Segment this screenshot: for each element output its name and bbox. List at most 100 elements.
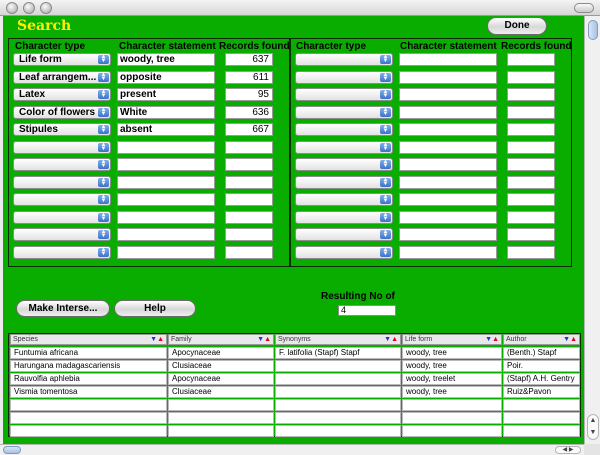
resize-grip[interactable] xyxy=(584,444,600,455)
character-type-select[interactable]: Color of flowers ▲ ▼ xyxy=(13,105,111,119)
character-type-select[interactable]: ▲ ▼ xyxy=(295,228,393,241)
table-cell[interactable] xyxy=(275,373,401,385)
character-statement-field[interactable] xyxy=(117,175,215,189)
table-cell[interactable]: F. latifolia (Stapf) Stapf xyxy=(275,347,401,359)
table-cell[interactable] xyxy=(275,412,401,424)
character-type-select[interactable]: Life form ▲ ▼ xyxy=(13,53,111,66)
character-type-select[interactable]: ▲ ▼ xyxy=(13,193,111,206)
table-cell[interactable] xyxy=(402,425,502,437)
character-type-select[interactable]: ▲ ▼ xyxy=(295,123,393,136)
table-cell[interactable]: woody, treelet xyxy=(402,373,502,385)
toolbar-toggle-button[interactable] xyxy=(574,3,594,13)
character-statement-field[interactable] xyxy=(399,245,497,259)
make-intersect-button[interactable]: Make Interse... xyxy=(16,300,110,317)
table-cell[interactable]: Rauvolfia aphlebia xyxy=(10,373,167,385)
character-type-select[interactable]: ▲ ▼ xyxy=(13,228,111,241)
column-header[interactable]: Life form ▼▲ xyxy=(402,334,502,345)
character-type-select[interactable]: ▲ ▼ xyxy=(13,140,111,154)
character-statement-field[interactable] xyxy=(399,105,497,119)
table-cell[interactable]: Poir. xyxy=(503,360,580,372)
character-statement-field[interactable] xyxy=(399,193,497,206)
help-button[interactable]: Help xyxy=(114,300,196,317)
character-type-select[interactable]: Latex ▲ ▼ xyxy=(13,88,111,101)
table-cell[interactable]: (Benth.) Stapf xyxy=(503,347,580,359)
table-cell[interactable]: Funtumia africana xyxy=(10,347,167,359)
table-cell[interactable]: (Stapf) A.H. Gentry xyxy=(503,373,580,385)
table-cell[interactable]: woody, tree xyxy=(402,360,502,372)
character-statement-field[interactable] xyxy=(399,88,497,101)
character-statement-field[interactable] xyxy=(399,70,497,84)
character-type-select[interactable]: ▲ ▼ xyxy=(13,175,111,189)
character-statement-field[interactable]: woody, tree xyxy=(117,53,215,66)
table-cell[interactable] xyxy=(275,425,401,437)
minimize-window-button[interactable] xyxy=(23,2,35,14)
table-cell[interactable] xyxy=(168,425,274,437)
sort-arrows-icon[interactable]: ▼▲ xyxy=(563,336,577,343)
table-cell[interactable] xyxy=(168,412,274,424)
character-statement-field[interactable]: absent xyxy=(117,123,215,136)
character-type-select[interactable]: ▲ ▼ xyxy=(295,88,393,101)
table-cell[interactable]: Apocynaceae xyxy=(168,347,274,359)
horizontal-scroll-thumb[interactable] xyxy=(3,446,21,454)
column-header[interactable]: Author ▼▲ xyxy=(503,334,580,345)
table-cell[interactable]: Harungana madagascariensis xyxy=(10,360,167,372)
character-statement-field[interactable]: White xyxy=(117,105,215,119)
character-type-select[interactable]: ▲ ▼ xyxy=(295,70,393,84)
character-statement-field[interactable] xyxy=(399,228,497,241)
character-statement-field[interactable] xyxy=(399,53,497,66)
character-type-select[interactable]: ▲ ▼ xyxy=(295,140,393,154)
table-cell[interactable]: Apocynaceae xyxy=(168,373,274,385)
title-bar[interactable] xyxy=(0,0,600,16)
character-statement-field[interactable] xyxy=(399,158,497,171)
table-cell[interactable] xyxy=(168,399,274,411)
character-type-select[interactable]: Stipules ▲ ▼ xyxy=(13,123,111,136)
character-statement-field[interactable] xyxy=(117,193,215,206)
table-cell[interactable] xyxy=(402,412,502,424)
horizontal-scrollbar[interactable]: ◀ ▶ xyxy=(0,444,584,455)
character-type-select[interactable]: ▲ ▼ xyxy=(295,105,393,119)
column-header[interactable]: Synonyms ▼▲ xyxy=(275,334,401,345)
character-type-select[interactable]: ▲ ▼ xyxy=(295,210,393,224)
sort-arrows-icon[interactable]: ▼▲ xyxy=(257,336,271,343)
character-statement-field[interactable] xyxy=(399,123,497,136)
character-statement-field[interactable] xyxy=(117,228,215,241)
table-cell[interactable]: Vismia tomentosa xyxy=(10,386,167,398)
character-statement-field[interactable]: present xyxy=(117,88,215,101)
done-button[interactable]: Done xyxy=(487,17,547,35)
column-header[interactable]: Species ▼▲ xyxy=(10,334,167,345)
table-cell[interactable] xyxy=(10,399,167,411)
table-cell[interactable] xyxy=(503,399,580,411)
character-statement-field[interactable] xyxy=(117,245,215,259)
table-cell[interactable]: woody, tree xyxy=(402,347,502,359)
character-statement-field[interactable] xyxy=(117,210,215,224)
character-type-select[interactable]: Leaf arrangem... ▲ ▼ xyxy=(13,70,111,84)
sort-arrows-icon[interactable]: ▼▲ xyxy=(150,336,164,343)
table-cell[interactable] xyxy=(275,386,401,398)
table-cell[interactable] xyxy=(10,425,167,437)
vertical-scroll-arrows[interactable]: ▲ ▼ xyxy=(587,414,599,440)
sort-arrows-icon[interactable]: ▼▲ xyxy=(485,336,499,343)
character-statement-field[interactable]: opposite xyxy=(117,70,215,84)
close-window-button[interactable] xyxy=(6,2,18,14)
vertical-scrollbar[interactable]: ▲ ▼ xyxy=(584,16,600,444)
character-type-select[interactable]: ▲ ▼ xyxy=(295,193,393,206)
table-cell[interactable]: Ruiz&Pavon xyxy=(503,386,580,398)
table-cell[interactable] xyxy=(275,360,401,372)
table-cell[interactable] xyxy=(402,399,502,411)
character-type-select[interactable]: ▲ ▼ xyxy=(13,158,111,171)
table-cell[interactable]: Clusiaceae xyxy=(168,386,274,398)
character-type-select[interactable]: ▲ ▼ xyxy=(13,245,111,259)
zoom-window-button[interactable] xyxy=(40,2,52,14)
vertical-scroll-thumb[interactable] xyxy=(588,20,598,40)
character-type-select[interactable]: ▲ ▼ xyxy=(295,158,393,171)
sort-arrows-icon[interactable]: ▼▲ xyxy=(384,336,398,343)
character-statement-field[interactable] xyxy=(117,140,215,154)
character-statement-field[interactable] xyxy=(399,210,497,224)
character-statement-field[interactable] xyxy=(399,175,497,189)
table-cell[interactable] xyxy=(503,412,580,424)
character-statement-field[interactable] xyxy=(399,140,497,154)
horizontal-scroll-arrows[interactable]: ◀ ▶ xyxy=(555,446,581,454)
character-type-select[interactable]: ▲ ▼ xyxy=(295,53,393,66)
character-type-select[interactable]: ▲ ▼ xyxy=(295,175,393,189)
table-cell[interactable]: Clusiaceae xyxy=(168,360,274,372)
